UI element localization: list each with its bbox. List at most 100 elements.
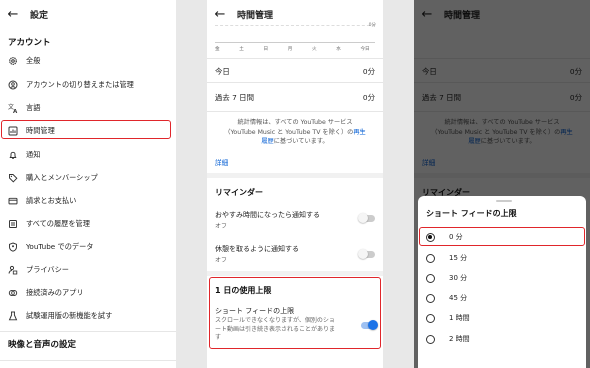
settings-item-purchases[interactable]: 購入とメンバーシップ — [0, 167, 176, 188]
back-arrow-icon[interactable]: ← — [0, 7, 26, 22]
settings-item-notifications[interactable]: 通知 — [0, 144, 176, 165]
divider — [207, 111, 383, 112]
break-reminder-state: オフ — [215, 257, 228, 264]
today-row: 今日 0分 — [207, 62, 383, 80]
week-value: 0分 — [362, 92, 375, 102]
settings-item-language[interactable]: 文A 言語 — [0, 97, 176, 118]
back-arrow-icon[interactable]: ← — [207, 7, 233, 22]
limit-option-label: 2 時間 — [449, 335, 470, 343]
settings-item-label: すべての履歴を管理 — [26, 218, 90, 228]
divider — [0, 331, 176, 332]
time-management-screen: ← 時間管理 0分 金土日月火水今日 今日 0分 過去 7 日間 0分 統計情報… — [207, 0, 383, 368]
settings-item-label: 通知 — [26, 149, 41, 159]
settings-item-label: 言語 — [26, 102, 41, 112]
divider — [207, 58, 383, 59]
radio-icon — [426, 334, 435, 344]
bedtime-reminder-state: オフ — [215, 223, 228, 230]
limit-option-30min[interactable]: 30 分 — [418, 268, 586, 288]
radio-icon — [426, 253, 435, 263]
chart-day-label: 今日 — [360, 47, 370, 52]
language-icon: 文A — [0, 103, 26, 113]
settings-item-billing[interactable]: 請求とお支払い — [0, 190, 176, 211]
settings-item-connected-apps[interactable]: 接続済みのアプリ — [0, 282, 176, 303]
section-video-heading: 映像と音声の設定 — [8, 340, 77, 350]
flask-icon — [0, 311, 26, 321]
week-label: 過去 7 日間 — [215, 92, 254, 102]
radio-icon — [426, 313, 435, 323]
watch-history-link[interactable]: 履歴 — [261, 138, 273, 145]
settings-item-youtube-data[interactable]: YouTube でのデータ — [0, 236, 176, 257]
chart-day-label: 水 — [336, 47, 341, 52]
limit-option-1hour[interactable]: 1 時間 — [418, 308, 586, 328]
lock-person-icon — [0, 265, 26, 275]
radio-icon — [426, 293, 435, 303]
tag-icon — [0, 173, 26, 183]
break-reminder-label: 休憩を取るように通知する — [215, 245, 299, 253]
settings-item-label: 請求とお支払い — [26, 195, 77, 205]
settings-item-switch-account[interactable]: アカウントの切り替えまたは管理 — [0, 74, 176, 95]
highlight-box-time-management — [1, 120, 171, 139]
today-value: 0分 — [362, 66, 375, 76]
settings-screen: ← 設定 アカウント 全般 アカウントの切り替えまたは管理 文A 言語 時間管理… — [0, 0, 176, 368]
settings-header: ← 設定 — [0, 0, 176, 28]
chart-day-label: 土 — [239, 47, 244, 52]
break-reminder-toggle[interactable] — [358, 249, 375, 259]
settings-item-label: アカウントの切り替えまたは管理 — [26, 79, 134, 89]
page-title: 時間管理 — [237, 10, 274, 21]
limit-option-2hours[interactable]: 2 時間 — [418, 329, 586, 349]
settings-item-label: YouTube でのデータ — [26, 241, 94, 251]
settings-item-experiments[interactable]: 試験運用版の新機能を試す — [0, 305, 176, 326]
chart-day-label: 日 — [263, 47, 269, 52]
settings-item-label: 購入とメンバーシップ — [26, 172, 98, 182]
toggle-knob — [358, 249, 368, 259]
stats-note-line-2: （YouTube Music と YouTube TV を除く）の再生 — [215, 128, 375, 138]
stats-note-text: （YouTube Music と YouTube TV を除く）の — [224, 128, 354, 136]
history-icon — [0, 219, 26, 229]
watch-history-link[interactable]: 再生 — [353, 129, 365, 136]
settings-item-label: 接続済みのアプリ — [26, 287, 84, 297]
limit-option-15min[interactable]: 15 分 — [418, 248, 586, 268]
panel-gap — [176, 0, 207, 368]
sheet-title: ショート フィードの上限 — [426, 209, 517, 218]
stats-note-text: に基づいています。 — [273, 138, 329, 145]
divider — [207, 82, 383, 83]
shorts-limit-sheet: ショート フィードの上限 0 分 15 分 30 分 45 分 1 時間 2 時… — [418, 196, 586, 368]
section-account-heading: アカウント — [8, 38, 51, 48]
toggle-knob — [358, 213, 368, 223]
reminder-heading: リマインダー — [215, 188, 263, 197]
settings-item-label: 試験運用版の新機能を試す — [26, 310, 113, 320]
limit-option-label: 1 時間 — [449, 314, 470, 322]
week-row: 過去 7 日間 0分 — [207, 88, 383, 106]
chart-day-label: 月 — [287, 47, 293, 52]
chart-day-labels: 金 土 日 月 火 水 今日 — [215, 46, 375, 52]
chart-day-label: 金 — [215, 47, 220, 52]
settings-item-history[interactable]: すべての履歴を管理 — [0, 213, 176, 234]
section-separator — [207, 271, 383, 276]
page-title: 設定 — [30, 10, 49, 21]
settings-item-label: 全般 — [26, 55, 41, 65]
bell-icon — [0, 150, 26, 160]
card-icon — [0, 196, 26, 206]
chart-baseline — [215, 42, 375, 43]
sheet-drag-handle[interactable] — [496, 200, 512, 202]
section-separator — [207, 173, 383, 178]
today-label: 今日 — [215, 66, 230, 76]
chart-gridline — [215, 25, 375, 26]
switch-account-icon — [0, 80, 26, 90]
limit-option-label: 45 分 — [449, 294, 468, 302]
stats-note-line-3: 履歴に基づいています。 — [215, 137, 375, 147]
stats-note-line-1: 統計情報は、すべての YouTube サービス — [237, 119, 353, 126]
settings-item-privacy[interactable]: プライバシー — [0, 259, 176, 280]
chart-day-label: 火 — [311, 47, 317, 52]
details-link[interactable]: 詳細 — [215, 157, 228, 167]
bedtime-reminder-label: おやすみ時間になったら通知する — [215, 211, 320, 219]
link-icon — [0, 288, 26, 298]
settings-item-general[interactable]: 全般 — [0, 50, 176, 71]
limit-option-45min[interactable]: 45 分 — [418, 288, 586, 308]
limit-option-label: 30 分 — [449, 274, 468, 282]
highlight-box-daily-limit — [209, 277, 381, 349]
svg-text:A: A — [13, 109, 18, 113]
bedtime-reminder-toggle[interactable] — [358, 213, 375, 223]
chart-max-label: 0分 — [368, 23, 376, 28]
limit-sheet-screen: ← 時間管理 今日 0分 過去 7 日間 0分 統計情報は、すべての YouTu… — [414, 0, 590, 368]
